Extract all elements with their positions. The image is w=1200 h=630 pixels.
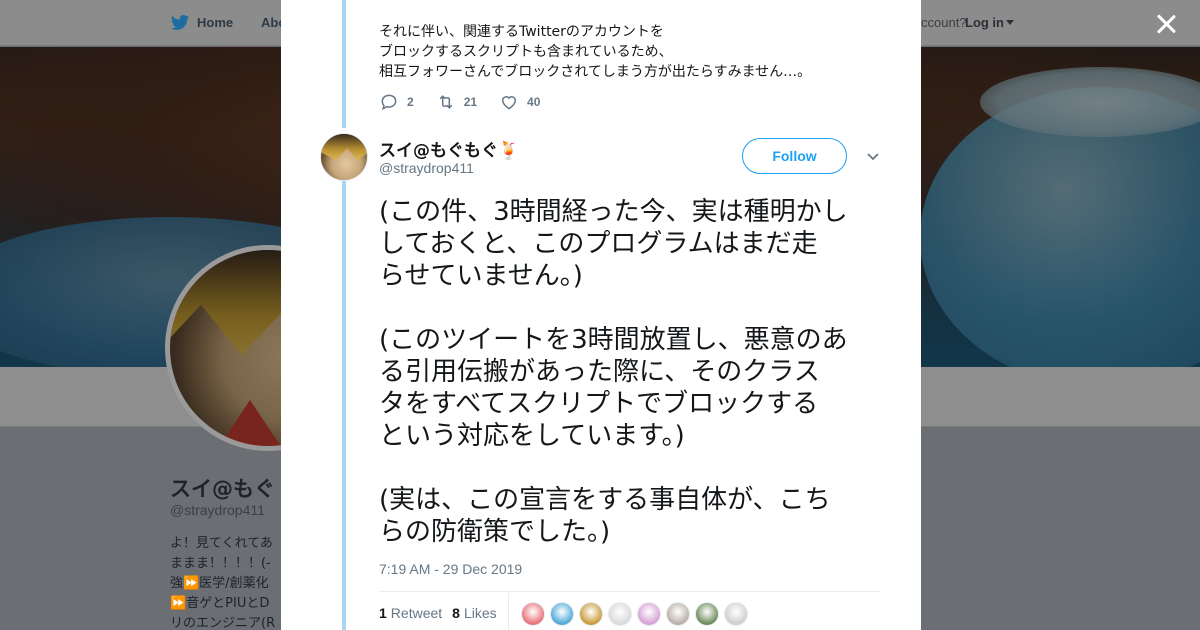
thread-connector-line <box>342 180 346 630</box>
text-line: という対応をしています。) <box>379 421 685 451</box>
retweet-button[interactable]: 21 <box>436 92 477 112</box>
text-line: (この件、3時間経った今、実は種明かし <box>379 197 848 227</box>
text-line: (このツイートを3時間放置し、悪意のあ <box>379 325 848 355</box>
bio-line: よ！見てくれてあ <box>170 536 273 551</box>
close-icon[interactable] <box>1154 12 1178 36</box>
have-account-prompt: ccount? <box>921 15 967 30</box>
likes-label: Likes <box>463 605 497 621</box>
liker-avatar[interactable] <box>637 602 661 626</box>
stats-separator <box>508 593 509 630</box>
chevron-down-icon <box>1006 20 1014 25</box>
profile-name: スイ@もぐ <box>170 477 275 501</box>
liker-avatar[interactable] <box>579 602 603 626</box>
liker-avatar[interactable] <box>666 602 690 626</box>
author-name[interactable]: スイ@もぐもぐ🍹 <box>379 136 519 161</box>
retweets-stat[interactable]: 1 Retweet <box>379 605 442 621</box>
retweet-icon <box>439 95 453 109</box>
liker-avatar[interactable] <box>608 602 632 626</box>
reply-button[interactable]: 2 <box>379 92 414 112</box>
thread-connector-line <box>342 0 346 128</box>
twitter-bird-icon[interactable] <box>170 13 190 33</box>
tweet-stats: 1 Retweet 8 Likes <box>379 605 507 621</box>
login-dropdown[interactable]: Log in <box>965 15 1014 30</box>
text-line <box>379 292 884 324</box>
previous-tweet-text: それに伴い、関連するTwitterのアカウントを ブロックするスクリプトも含まれ… <box>379 22 859 82</box>
retweets-label: Retweet <box>390 605 443 621</box>
retweet-count: 21 <box>463 95 478 109</box>
text-line <box>379 452 884 484</box>
chevron-down-icon[interactable] <box>865 150 881 164</box>
like-button[interactable]: 40 <box>499 92 540 112</box>
liker-avatars <box>521 602 753 626</box>
bio-line: リのエンジニア(R <box>170 616 276 630</box>
text-line: それに伴い、関連するTwitterのアカウントを <box>379 24 664 40</box>
profile-handle[interactable]: @straydrop411 <box>170 502 265 518</box>
reply-icon <box>381 94 397 111</box>
divider <box>379 591 881 592</box>
text-line: らせていません。) <box>379 261 583 291</box>
bio-line: ⏩音ゲとPIUとD <box>170 596 270 611</box>
bio-line: ままま！！！！(- <box>170 556 271 571</box>
author-avatar[interactable] <box>320 133 368 181</box>
author-handle[interactable]: @straydrop411 <box>379 160 474 176</box>
text-line: (実は、この宣言をする事自体が、こち <box>379 485 831 515</box>
text-line: らの防衛策でした。) <box>379 517 611 547</box>
like-count: 40 <box>527 95 541 109</box>
tweet-text: (この件、3時間経った今、実は種明かし しておくと、このプログラムはまだ走 らせ… <box>379 196 884 548</box>
likes-stat[interactable]: 8 Likes <box>452 605 496 621</box>
liker-avatar[interactable] <box>724 602 748 626</box>
text-line: ブロックするスクリプトも含まれているため、 <box>379 44 673 60</box>
follow-button[interactable]: Follow <box>742 138 847 174</box>
profile-bio: よ！見てくれてあ ままま！！！！(- 強⏩医学/創薬化 ⏩音ゲとPIUとD リの… <box>170 534 285 630</box>
text-line: タをすべてスクリプトでブロックする <box>379 389 819 419</box>
login-label: Log in <box>965 15 1004 30</box>
liker-avatar[interactable] <box>550 602 574 626</box>
tweet-permalink-modal: それに伴い、関連するTwitterのアカウントを ブロックするスクリプトも含まれ… <box>281 0 921 630</box>
previous-tweet-actions: 2 21 40 <box>379 92 562 112</box>
retweets-count: 1 <box>379 605 387 621</box>
heart-icon <box>502 96 517 110</box>
bio-line: 強⏩医学/創薬化 <box>170 576 269 591</box>
text-line: る引用伝搬があった際に、そのクラス <box>379 357 820 387</box>
text-line: しておくと、このプログラムはまだ走 <box>379 229 818 259</box>
text-line: 相互フォワーさんでブロックされてしまう方が出たらすみません…。 <box>379 64 812 80</box>
liker-avatar[interactable] <box>521 602 545 626</box>
nav-home-link[interactable]: Home <box>197 15 233 30</box>
likes-count: 8 <box>452 605 460 621</box>
reply-count: 2 <box>407 95 414 109</box>
tweet-timestamp[interactable]: 7:19 AM - 29 Dec 2019 <box>379 561 522 577</box>
liker-avatar[interactable] <box>695 602 719 626</box>
